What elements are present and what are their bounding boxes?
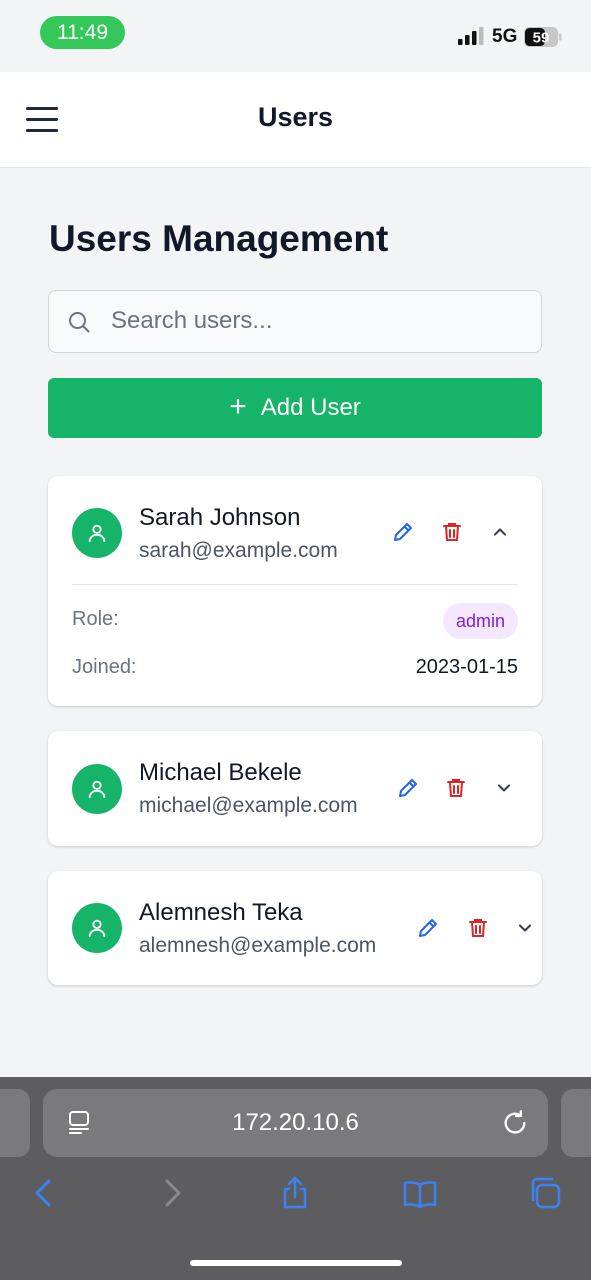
share-icon[interactable] (277, 1175, 313, 1211)
back-button[interactable] (26, 1175, 62, 1211)
next-tab-preview[interactable] (561, 1089, 591, 1157)
avatar (72, 903, 122, 953)
user-card: Alemnesh Teka alemnesh@example.com (48, 871, 542, 985)
delete-user-button[interactable] (442, 774, 470, 802)
delete-user-button[interactable] (438, 518, 466, 546)
edit-user-button[interactable] (389, 518, 417, 546)
user-email: alemnesh@example.com (139, 934, 377, 957)
chevron-up-icon (493, 528, 507, 536)
user-card: Sarah Johnson sarah@example.com Role: ad… (48, 476, 542, 706)
address-bar[interactable]: 172.20.10.6 (43, 1089, 548, 1157)
search-input[interactable] (111, 291, 531, 351)
trash-icon (447, 779, 465, 797)
browser-toolbar: 172.20.10.6 (0, 1077, 591, 1280)
chevron-down-icon (518, 924, 532, 932)
joined-date: 2023-01-15 (415, 656, 518, 678)
expand-button[interactable] (490, 774, 518, 802)
add-user-button[interactable]: + Add User (48, 378, 542, 438)
page-title: Users Management (49, 218, 389, 259)
edit-user-button[interactable] (414, 914, 442, 942)
user-name: Michael Bekele (139, 759, 302, 786)
previous-tab-preview[interactable] (0, 1089, 30, 1157)
user-icon (88, 524, 106, 543)
divider (72, 584, 518, 585)
user-name: Sarah Johnson (139, 504, 301, 531)
tabs-icon[interactable] (527, 1175, 563, 1211)
battery-icon: 59 (524, 27, 562, 47)
url-text: 172.20.10.6 (232, 1109, 359, 1136)
status-time: 11:49 (40, 16, 125, 49)
network-type: 5G (492, 26, 518, 47)
role-badge: admin (442, 603, 518, 639)
user-icon (88, 919, 106, 938)
collapse-button[interactable] (486, 518, 514, 546)
avatar (72, 764, 122, 814)
user-name: Alemnesh Teka (139, 899, 303, 926)
joined-label: Joined: (72, 656, 137, 678)
avatar (72, 508, 122, 558)
app-header: Users (0, 72, 591, 168)
user-icon (88, 780, 106, 799)
search-icon (69, 312, 90, 333)
edit-user-button[interactable] (394, 774, 422, 802)
battery-level: 59 (533, 30, 550, 47)
user-email: sarah@example.com (139, 539, 338, 562)
header-title: Users (257, 102, 334, 132)
user-card: Michael Bekele michael@example.com (48, 731, 542, 846)
expand-button[interactable] (511, 914, 539, 942)
delete-user-button[interactable] (464, 914, 492, 942)
pencil-icon (399, 779, 417, 797)
signal-icon (458, 27, 484, 45)
user-email: michael@example.com (139, 794, 358, 817)
chevron-down-icon (497, 784, 511, 792)
plus-icon: + (229, 389, 247, 423)
bookmarks-icon[interactable] (402, 1175, 438, 1211)
pencil-icon (394, 523, 412, 541)
trash-icon (469, 919, 487, 937)
role-label: Role: (72, 608, 119, 630)
reload-icon[interactable] (501, 1109, 529, 1137)
pencil-icon (419, 919, 437, 937)
trash-icon (443, 523, 461, 541)
add-user-label: Add User (260, 394, 361, 421)
status-bar: 11:49 5G 59 (0, 0, 591, 72)
search-box[interactable] (48, 290, 542, 353)
forward-button[interactable] (154, 1175, 190, 1211)
home-indicator (190, 1260, 402, 1266)
